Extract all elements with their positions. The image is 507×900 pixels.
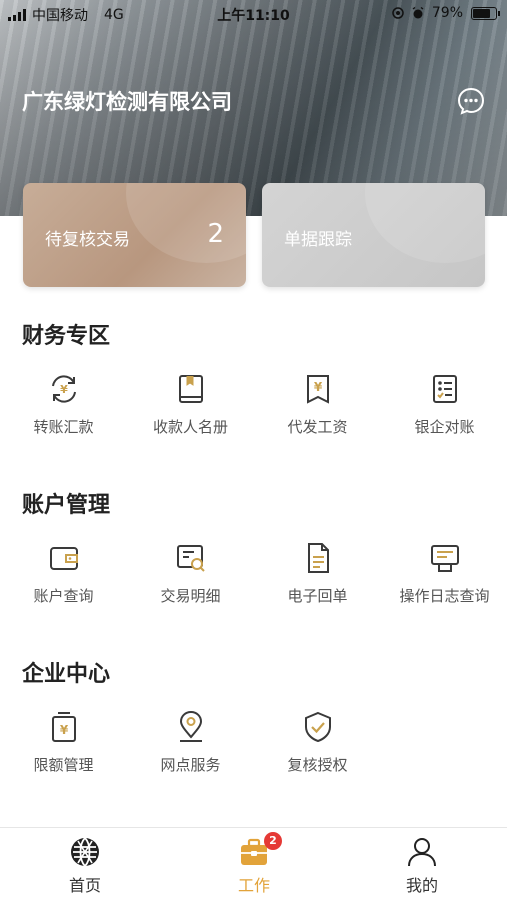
pending-review-count: 2: [207, 219, 224, 249]
checklist-icon: [432, 375, 457, 403]
payroll-icon: ¥: [306, 375, 329, 404]
enterprise-section-title: 企业中心: [22, 662, 111, 687]
company-name: 广东绿灯检测有限公司: [22, 90, 232, 114]
transaction-detail-label: 交易明细: [160, 587, 221, 605]
book-icon: [178, 375, 203, 403]
pending-review-card[interactable]: 待复核交易 2: [23, 183, 246, 287]
account-grid: 账户查询 交易明细 电子回单 操作日志查询: [0, 541, 507, 621]
battery-icon: [471, 6, 500, 20]
payee-list-item[interactable]: 收款人名册: [127, 372, 254, 437]
transfer-icon: ¥: [51, 375, 76, 403]
briefcase-icon: 2: [238, 832, 282, 868]
reconciliation-item[interactable]: 银企对账: [381, 372, 507, 437]
account-section-title: 账户管理: [22, 493, 111, 518]
svg-text:¥: ¥: [313, 380, 322, 394]
tab-work[interactable]: 2 工作: [194, 832, 314, 896]
account-query-item[interactable]: 账户查询: [0, 541, 127, 606]
tab-bar: 首页 2 工作 我的: [0, 828, 507, 900]
enterprise-grid: ¥ 限额管理 网点服务 复核授权: [0, 710, 507, 790]
operation-log-label: 操作日志查询: [399, 587, 490, 605]
document-tracking-card[interactable]: 单据跟踪: [262, 183, 485, 287]
review-authorization-label: 复核授权: [287, 756, 348, 774]
tab-mine[interactable]: 我的: [362, 836, 482, 896]
operation-log-item[interactable]: 操作日志查询: [381, 541, 507, 606]
wallet-icon: [49, 547, 78, 570]
log-icon: [430, 545, 459, 572]
account-query-label: 账户查询: [33, 587, 94, 605]
finance-section-title: 财务专区: [22, 324, 111, 349]
limit-icon: ¥: [51, 712, 76, 742]
status-bar: 中国移动 4G 上午11:10 79%: [0, 0, 507, 28]
document-icon: [307, 543, 329, 573]
transaction-search-icon: [176, 545, 205, 572]
alarm-icon: [412, 7, 424, 19]
branch-service-label: 网点服务: [160, 756, 221, 774]
pending-review-label: 待复核交易: [45, 230, 130, 250]
globe-icon: [71, 837, 99, 867]
payroll-label: 代发工资: [287, 418, 348, 436]
limit-management-item[interactable]: ¥ 限额管理: [0, 710, 127, 775]
document-tracking-label: 单据跟踪: [284, 230, 352, 250]
transfer-label: 转账汇款: [33, 418, 94, 436]
work-badge: 2: [264, 832, 282, 850]
limit-management-label: 限额管理: [33, 756, 94, 774]
shield-check-icon: [304, 711, 331, 743]
orientation-lock-icon: [392, 7, 404, 19]
chat-bubble-icon[interactable]: [456, 86, 486, 116]
payroll-item[interactable]: ¥ 代发工资: [254, 372, 381, 437]
payee-list-label: 收款人名册: [152, 418, 228, 436]
review-authorization-item[interactable]: 复核授权: [254, 710, 381, 775]
finance-grid: ¥ 转账汇款 收款人名册 ¥ 代发工资 银企对账: [0, 372, 507, 452]
transaction-detail-item[interactable]: 交易明细: [127, 541, 254, 606]
tab-work-label: 工作: [237, 876, 270, 895]
svg-text:¥: ¥: [59, 723, 68, 737]
e-receipt-item[interactable]: 电子回单: [254, 541, 381, 606]
e-receipt-label: 电子回单: [287, 587, 348, 605]
tab-mine-label: 我的: [405, 876, 438, 895]
svg-text:¥: ¥: [60, 383, 68, 396]
user-icon: [408, 838, 436, 867]
branch-service-item[interactable]: 网点服务: [127, 710, 254, 775]
reconciliation-label: 银企对账: [414, 418, 475, 436]
tab-home[interactable]: 首页: [25, 836, 145, 896]
battery-percent: 79%: [431, 5, 463, 21]
tab-home-label: 首页: [68, 876, 101, 895]
location-pin-icon: [179, 710, 202, 742]
transfer-item[interactable]: ¥ 转账汇款: [0, 372, 127, 437]
